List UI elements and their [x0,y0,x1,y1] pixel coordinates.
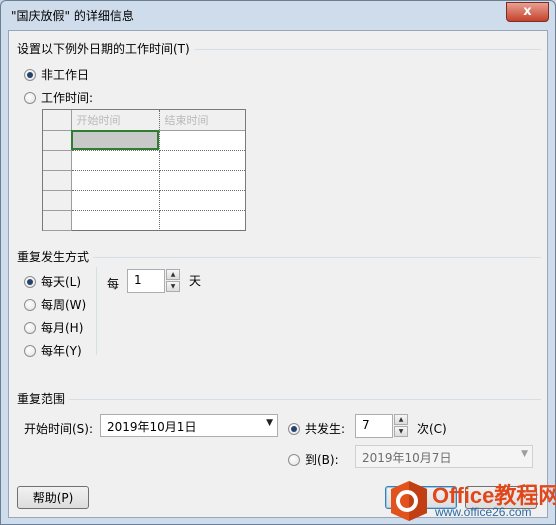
interval-up-button[interactable]: ▲ [166,269,180,280]
every-label: 每 [107,277,120,291]
grid-row [43,130,245,151]
site-watermark: Office教程网 www.office26.com [385,478,556,524]
office-logo-icon [391,481,427,521]
chevron-down-icon: ▼ [170,283,176,290]
grid-cell-end[interactable] [159,170,245,191]
column-header-end[interactable]: 结束时间 [159,110,245,131]
end-by-label: 到(B): [305,453,339,467]
help-button-label: 帮助(P) [32,491,74,505]
grid-row [43,150,245,171]
dialog-body: 设置以下例外日期的工作时间(T) 非工作日 工作时间: 开始时间 结束时间 重复… [8,30,548,518]
radio-unselected-icon [288,453,300,466]
title-bar[interactable]: "国庆放假" 的详细信息 x [1,1,555,29]
non-working-day-label: 非工作日 [41,68,90,82]
radio-unselected-icon [24,344,36,357]
working-time-grid[interactable]: 开始时间 结束时间 [42,109,246,231]
end-by-combobox[interactable]: 2019年10月7日 ▼ [355,445,533,468]
occurrences-input[interactable]: 7 [355,414,393,438]
radio-selected-icon [24,68,36,81]
grid-cell-start[interactable] [71,210,160,231]
row-header[interactable] [43,210,72,231]
monthly-label: 每月(H) [41,321,84,335]
dialog-title: "国庆放假" 的详细信息 [11,9,134,23]
working-time-radio[interactable]: 工作时间: [24,89,93,106]
end-by-value: 2019年10月7日 [362,451,452,465]
radio-selected-icon [24,275,36,288]
range-separator [17,399,541,400]
radio-unselected-icon [24,298,36,311]
weekly-label: 每周(W) [41,298,87,312]
daily-label: 每天(L) [41,275,82,289]
start-date-label: 开始时间(S): [24,422,94,436]
occurrences-radio[interactable]: 共发生: [288,420,345,437]
start-date-value: 2019年10月1日 [107,420,197,434]
grid-cell-start[interactable] [71,130,160,151]
occurrences-up-button[interactable]: ▲ [394,414,408,425]
details-dialog: "国庆放假" 的详细信息 x 设置以下例外日期的工作时间(T) 非工作日 工作时… [0,0,556,525]
grid-cell-end[interactable] [159,190,245,211]
chevron-down-icon: ▼ [398,428,404,435]
interval-input[interactable]: 1 [127,269,165,293]
yearly-radio[interactable]: 每年(Y) [24,342,82,359]
occurrences-label: 共发生: [305,422,346,436]
grid-row [43,170,245,191]
end-by-radio[interactable]: 到(B): [288,451,339,468]
grid-cell-start[interactable] [71,150,160,171]
radio-unselected-icon [24,91,36,104]
grid-cell-start[interactable] [71,190,160,211]
recurrence-divider [96,267,97,355]
close-icon: x [523,4,532,19]
watermark-url: www.office26.com [435,505,532,519]
grid-cell-end[interactable] [159,210,245,231]
start-date-combobox[interactable]: 2019年10月1日 ▼ [100,414,278,437]
grid-cell-start[interactable] [71,170,160,191]
occurrences-down-button[interactable]: ▼ [394,426,408,437]
close-button[interactable]: x [506,2,549,22]
weekly-radio[interactable]: 每周(W) [24,296,86,313]
grid-row [43,210,245,231]
radio-unselected-icon [24,321,36,334]
interval-unit-label: 天 [189,274,202,288]
recurrence-separator [17,257,541,258]
occurrences-unit-label: 次(C) [417,422,447,436]
exception-section-label: 设置以下例外日期的工作时间(T) [17,40,194,57]
yearly-label: 每年(Y) [41,344,82,358]
dropdown-arrow-icon: ▼ [266,418,273,428]
monthly-radio[interactable]: 每月(H) [24,319,83,336]
row-header[interactable] [43,190,72,211]
interval-down-button[interactable]: ▼ [166,281,180,292]
radio-selected-icon [288,422,300,435]
grid-cell-end[interactable] [159,150,245,171]
row-header[interactable] [43,130,72,151]
row-header[interactable] [43,170,72,191]
grid-cell-end[interactable] [159,130,245,151]
dropdown-arrow-icon: ▼ [521,449,528,459]
column-header-start[interactable]: 开始时间 [71,110,160,131]
non-working-day-radio[interactable]: 非工作日 [24,66,89,83]
grid-corner [43,110,72,131]
grid-header-row: 开始时间 结束时间 [43,110,245,131]
chevron-up-icon: ▲ [170,271,176,278]
grid-row [43,190,245,211]
working-time-label: 工作时间: [41,91,94,105]
row-header[interactable] [43,150,72,171]
help-button[interactable]: 帮助(P) [17,486,89,509]
recurrence-section-label: 重复发生方式 [17,248,94,265]
range-section-label: 重复范围 [17,390,70,407]
daily-radio[interactable]: 每天(L) [24,273,81,290]
chevron-up-icon: ▲ [398,416,404,423]
